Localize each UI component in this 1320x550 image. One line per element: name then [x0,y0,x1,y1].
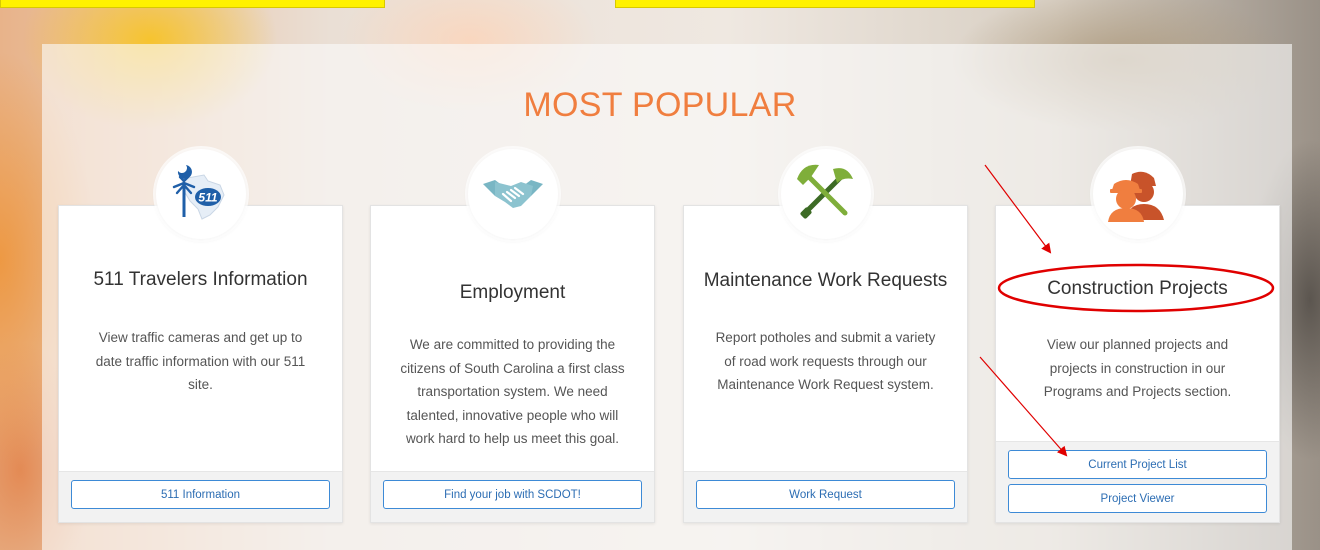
handshake-icon [482,180,543,208]
card-description: View traffic cameras and get up to date … [95,330,306,392]
card-511-travelers: 511 511 Travelers Information View traff… [58,149,343,523]
card-title: Employment [459,282,566,303]
highlight-bar [0,0,385,8]
card-title: Maintenance Work Requests [703,270,948,291]
card-description: View our planned projects and projects i… [1043,337,1232,399]
sc-511-map-icon: 511 [172,165,225,220]
icon-circle: 511 [155,149,246,239]
highlight-bar [615,0,1035,8]
card-footer: 511 Information [59,471,342,522]
icon-circle [1092,149,1183,239]
card-footer: Current Project List Project Viewer [996,441,1279,522]
card-title: 511 Travelers Information [93,269,308,290]
card-maintenance-work-requests: Maintenance Work Requests Report pothole… [683,149,968,523]
section-heading: MOST POPULAR [523,86,797,124]
icon-circle [467,149,558,239]
card-construction-projects: Construction Projects View our planned p… [995,149,1280,523]
card-title: Construction Projects [1047,278,1228,299]
card-footer: Work Request [684,471,967,522]
card-description: Report potholes and submit a variety of … [715,330,936,392]
icon-circle [780,149,871,239]
current-project-list-button[interactable]: Current Project List [1008,450,1267,479]
find-job-button[interactable]: Find your job with SCDOT! [383,480,642,509]
card-footer: Find your job with SCDOT! [371,471,654,522]
work-request-button[interactable]: Work Request [696,480,955,509]
card-description: We are committed to providing the citize… [400,337,625,446]
svg-text:511: 511 [198,191,217,205]
project-viewer-button[interactable]: Project Viewer [1008,484,1267,513]
construction-workers-icon [1107,171,1164,222]
card-employment: Employment We are committed to providing… [370,149,655,523]
511-information-button[interactable]: 511 Information [71,480,330,509]
shovel-pickaxe-icon [796,164,853,219]
